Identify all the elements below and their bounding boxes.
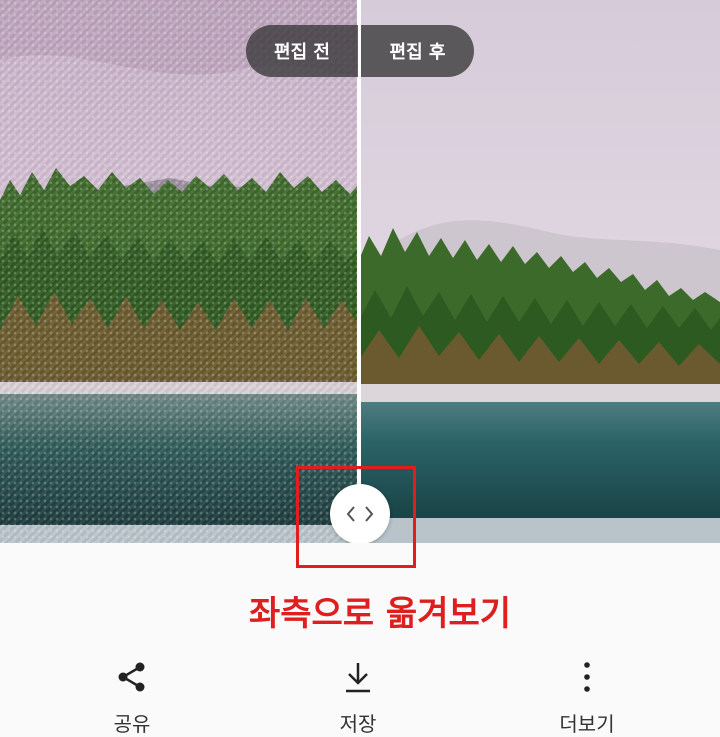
share-icon bbox=[118, 662, 145, 692]
annotation-instruction-text: 좌측으로 옮겨보기 bbox=[248, 594, 512, 634]
annotation-highlight-box bbox=[296, 466, 416, 568]
more-button[interactable]: 더보기 bbox=[517, 660, 657, 737]
more-vertical-icon bbox=[584, 662, 590, 692]
share-label: 공유 bbox=[113, 712, 151, 736]
after-edit-text: 편집 후 bbox=[389, 42, 446, 63]
share-button[interactable]: 공유 bbox=[62, 660, 202, 737]
save-button[interactable]: 저장 bbox=[288, 660, 428, 737]
save-label: 저장 bbox=[339, 712, 377, 736]
photo-before-edit bbox=[0, 0, 359, 543]
photo-after-edit bbox=[359, 0, 720, 543]
moire-pattern-overlay bbox=[0, 0, 359, 543]
compare-divider-line[interactable] bbox=[357, 0, 361, 543]
photo-compare-viewer[interactable]: 편집 전 편집 후 bbox=[0, 0, 720, 543]
before-edit-text: 편집 전 bbox=[274, 42, 330, 63]
before-edit-label: 편집 전 bbox=[246, 25, 358, 77]
landscape-after-image bbox=[359, 0, 720, 543]
download-icon bbox=[346, 663, 370, 693]
after-edit-label: 편집 후 bbox=[361, 25, 474, 77]
more-label: 더보기 bbox=[559, 712, 615, 736]
